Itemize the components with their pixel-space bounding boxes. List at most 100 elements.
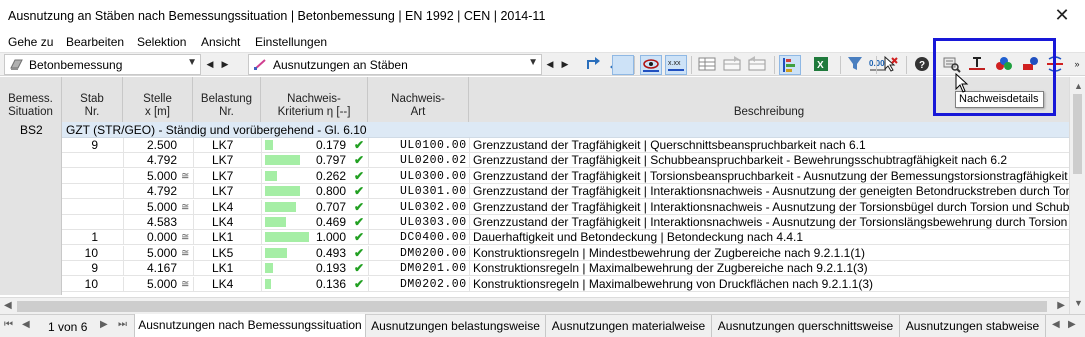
menu-einstellungen[interactable]: Einstellungen — [255, 35, 327, 49]
design-details-button[interactable] — [942, 55, 964, 75]
load-case: LK1 — [212, 262, 234, 276]
tab-by-material[interactable]: Ausnutzungen materialweise — [546, 315, 712, 337]
tab-by-situation[interactable]: Ausnutzungen nach Bemessungssituation — [134, 314, 366, 337]
header-design-type[interactable]: Nachweis- Art — [368, 77, 469, 122]
visibility-toggle-button[interactable] — [640, 55, 662, 75]
table-row[interactable]: 10 5.000 ≅ LK5 0.493 ✔ DM0200.00 Konstruktionsr… — [62, 245, 1069, 261]
toolbar-overflow-icon[interactable]: » — [1070, 55, 1084, 74]
prev-view-button[interactable]: ◀ — [543, 55, 557, 74]
table-row[interactable]: 5.000 ≅ LK7 0.262 ✔ UL0300.00 Grenzzustand der… — [62, 168, 1069, 184]
members-button[interactable] — [1021, 55, 1043, 75]
horizontal-scrollbar[interactable]: ◀ ▶ — [0, 297, 1069, 314]
header-location[interactable]: Stelle x [m] — [123, 77, 193, 122]
tab-scroll-left-icon[interactable]: ◀ — [1052, 319, 1060, 330]
toolbar-separator — [691, 56, 692, 74]
window-title: Ausnutzung an Stäben nach Bemessungssitu… — [8, 9, 546, 23]
next-module-button[interactable]: ▶ — [218, 55, 232, 74]
xxx-toggle-button[interactable]: x.xx — [665, 55, 687, 75]
tab-by-section[interactable]: Ausnutzungen querschnittsweise — [712, 315, 900, 337]
ratio-bar — [265, 247, 287, 258]
menu-selektion[interactable]: Selektion — [137, 35, 186, 49]
approx-symbol — [181, 154, 191, 167]
svg-text:x.xx: x.xx — [668, 60, 681, 67]
menu-bearbeiten[interactable]: Bearbeiten — [66, 35, 124, 49]
check-icon: ✔ — [354, 139, 365, 152]
table-row[interactable]: 9 2.500 LK7 0.179 ✔ UL0100.00 Grenzzustand der… — [62, 138, 1069, 153]
ratio-bar — [265, 201, 296, 212]
description: Konstruktionsregeln | Maximalbewehrung v… — [473, 277, 873, 291]
results-button[interactable] — [994, 55, 1016, 75]
module-select[interactable]: Betonbemessung ▼ — [4, 54, 201, 75]
table-export-button[interactable] — [722, 55, 744, 75]
scroll-up-icon[interactable]: ▲ — [1074, 81, 1083, 91]
column-divider — [368, 199, 369, 215]
table-export-icon — [723, 56, 741, 71]
visibility-button[interactable] — [612, 55, 634, 75]
location-value: 4.792 — [146, 154, 177, 168]
visibility-icon — [643, 59, 659, 72]
ratio-value: 0.179 — [315, 139, 346, 152]
close-button[interactable]: ✕ — [1039, 0, 1085, 32]
table-row[interactable]: 4.792 LK7 0.797 ✔ UL0200.02 Grenzzustand der … — [62, 153, 1069, 169]
filter-button[interactable] — [846, 55, 868, 75]
toolbar: Betonbemessung ▼ ◀ ▶ Ausnutzungen an Stä… — [0, 52, 1085, 76]
scroll-down-icon[interactable]: ▼ — [1074, 298, 1083, 308]
situation-column: BS2 — [0, 122, 62, 295]
design-details-icon — [943, 57, 961, 73]
check-icon: ✔ — [354, 246, 365, 260]
group-row[interactable]: GZT (STR/GEO) - Ständig und vorübergehen… — [62, 122, 1069, 138]
location-value: 2.500 — [146, 139, 177, 152]
table-row[interactable]: 5.000 ≅ LK4 0.707 ✔ UL0302.00 Grenzzustand der… — [62, 199, 1069, 215]
member-number — [62, 170, 98, 183]
last-page-icon[interactable]: ⏭ — [118, 319, 127, 330]
ratio-value: 0.469 — [315, 216, 346, 229]
tab-by-load[interactable]: Ausnutzungen belastungsweise — [366, 315, 546, 337]
table-row[interactable]: 1 0.000 ≅ LK1 1.000 ✔ DC0400.00 Dauerhaftigkeit… — [62, 230, 1069, 246]
table-icon — [698, 57, 716, 71]
next-view-button[interactable]: ▶ — [558, 55, 572, 74]
tab-by-member[interactable]: Ausnutzungen stabweise — [900, 315, 1046, 337]
scroll-right-icon[interactable]: ▶ — [1057, 300, 1065, 311]
next-page-icon[interactable]: ▶ — [100, 319, 108, 330]
table-row[interactable]: 4.792 LK7 0.800 ✔ UL0301.00 Grenzzustand der … — [62, 184, 1069, 200]
table-button[interactable] — [697, 55, 719, 75]
toolbar-separator — [876, 56, 877, 74]
excel-button[interactable]: X — [811, 55, 833, 75]
table-row[interactable]: 10 5.000 ≅ LK4 0.136 ✔ DM0202.00 Konstruktionsr… — [62, 276, 1069, 292]
select-button[interactable] — [880, 55, 902, 75]
table-row[interactable]: 9 4.167 LK1 0.193 ✔ DM0201.00 Konstruktionsreg… — [62, 261, 1069, 277]
column-divider — [261, 230, 262, 246]
column-divider — [193, 138, 194, 153]
table-row[interactable]: 4.583 LK4 0.469 ✔ UL0303.00 Grenzzustand der … — [62, 215, 1069, 230]
situation-value: BS2 — [20, 123, 43, 137]
prev-page-icon[interactable]: ◀ — [22, 319, 30, 330]
goto-button[interactable] — [583, 55, 605, 75]
horizontal-scroll-thumb[interactable] — [17, 301, 1047, 312]
vertical-scrollbar[interactable]: ▲ ▼ — [1069, 77, 1085, 314]
ratio-bar — [265, 263, 273, 274]
help-button[interactable]: ? — [912, 55, 934, 75]
menu-gehe-zu[interactable]: Gehe zu — [8, 35, 53, 49]
first-page-icon[interactable]: ⏮ — [4, 319, 13, 330]
prev-module-button[interactable]: ◀ — [203, 55, 217, 74]
column-divider — [261, 261, 262, 277]
scroll-left-icon[interactable]: ◀ — [4, 300, 12, 311]
column-divider — [261, 138, 262, 153]
ratio-value: 0.707 — [315, 200, 346, 214]
description: Grenzzustand der Tragfähigkeit | Schubbe… — [473, 154, 1008, 168]
header-situation[interactable]: Bemess. Situation — [0, 77, 62, 122]
filter-settings-button[interactable] — [779, 55, 801, 75]
column-divider — [368, 230, 369, 246]
tab-scroll-right-icon[interactable]: ▶ — [1068, 319, 1076, 330]
menu-ansicht[interactable]: Ansicht — [201, 35, 240, 49]
vertical-scroll-thumb[interactable] — [1073, 94, 1082, 174]
section-button[interactable] — [967, 55, 989, 75]
description: Konstruktionsregeln | Mindestbewehrung d… — [473, 246, 866, 260]
design-type-code: UL0200.02 — [400, 154, 467, 168]
moments-button[interactable] — [1045, 55, 1067, 75]
table-import-button[interactable] — [747, 55, 769, 75]
header-criterion[interactable]: Nachweis- Kriterium η [--] — [261, 77, 368, 122]
header-member[interactable]: Stab Nr. — [62, 77, 123, 122]
view-select[interactable]: Ausnutzungen an Stäben ▼ — [248, 54, 542, 75]
header-load[interactable]: Belastung Nr. — [193, 77, 261, 122]
